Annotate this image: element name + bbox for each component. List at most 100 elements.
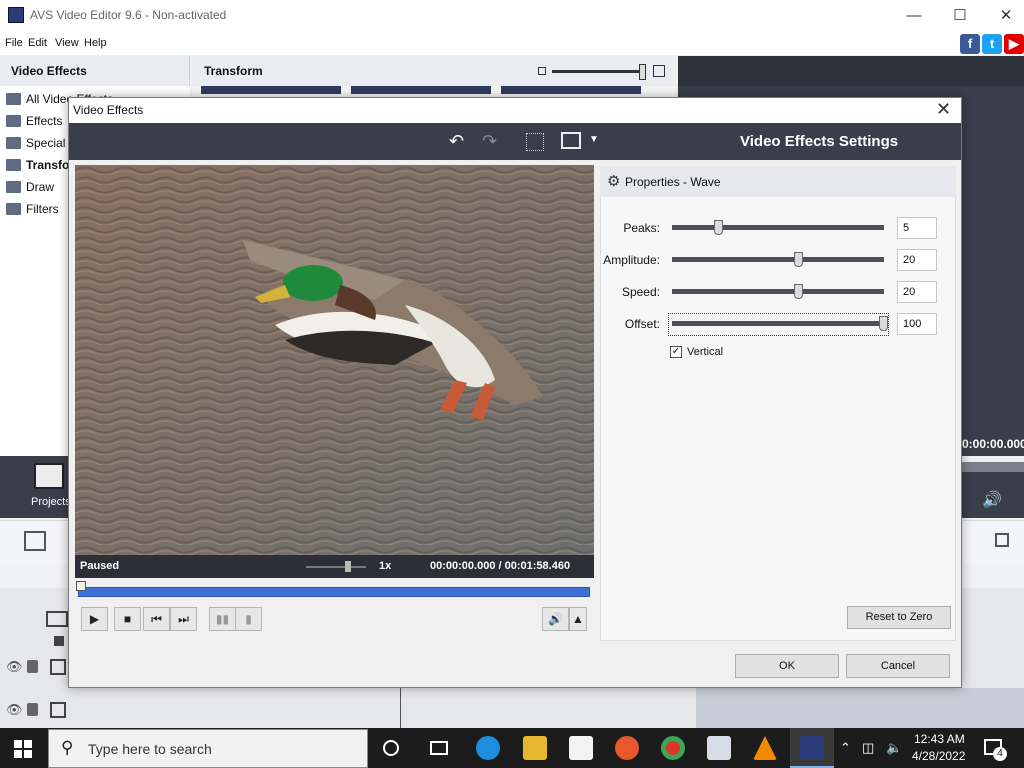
zoom-slider-track[interactable] xyxy=(552,70,642,73)
playback-speed: 1x xyxy=(379,560,392,572)
offset-slider[interactable] xyxy=(672,321,884,326)
effect-thumbnail[interactable] xyxy=(501,86,641,94)
seek-marker[interactable] xyxy=(76,581,86,591)
tree-item-draw[interactable]: Draw xyxy=(6,177,54,197)
main-preview-progress[interactable] xyxy=(960,462,1024,472)
reset-to-zero-button[interactable]: Reset to Zero xyxy=(847,606,951,629)
mark-out-button[interactable]: ▮ xyxy=(235,607,262,631)
chrome-icon[interactable] xyxy=(661,736,685,760)
vertical-label[interactable]: Vertical xyxy=(687,346,723,358)
menu-help[interactable]: Help xyxy=(84,37,107,49)
task-view-icon[interactable] xyxy=(430,741,448,755)
ok-button[interactable]: OK xyxy=(735,654,839,678)
zoom-in-icon[interactable] xyxy=(653,65,665,77)
vertical-checkbox[interactable]: ✓ xyxy=(670,346,682,358)
redo-icon[interactable]: ↷ xyxy=(482,131,497,152)
storyboard-icon[interactable] xyxy=(24,531,46,551)
mark-in-button[interactable]: ▮▮ xyxy=(209,607,236,631)
transform-title: Transform xyxy=(204,64,263,78)
windows-start-icon[interactable] xyxy=(14,740,32,758)
window-title: AVS Video Editor 9.6 - Non-activated xyxy=(30,8,227,22)
facebook-icon[interactable]: f xyxy=(960,34,980,54)
firefox-icon[interactable] xyxy=(615,736,639,760)
zoom-out-icon[interactable] xyxy=(538,67,546,75)
amplitude-slider-thumb[interactable] xyxy=(794,252,803,267)
folder-icon xyxy=(6,159,21,171)
clapperboard-icon[interactable] xyxy=(34,463,64,489)
clock-time[interactable]: 12:43 AM xyxy=(914,732,965,746)
menu-view[interactable]: View xyxy=(55,37,79,49)
maximize-button[interactable]: ☐ xyxy=(950,6,970,26)
preview-mode-icon[interactable] xyxy=(561,132,581,149)
photos-app-icon[interactable] xyxy=(707,736,731,760)
amplitude-value[interactable]: 20 xyxy=(897,249,937,271)
tray-chevron-icon[interactable]: ⌃ xyxy=(840,740,851,756)
speed-value[interactable]: 20 xyxy=(897,281,937,303)
folder-icon xyxy=(6,93,21,105)
youtube-icon[interactable]: ▶ xyxy=(1004,34,1024,54)
time-separator: / xyxy=(498,560,502,572)
tree-item-label: Special xyxy=(26,136,66,150)
fit-timeline-icon[interactable] xyxy=(995,533,1009,547)
file-explorer-icon[interactable] xyxy=(523,736,547,760)
select-area-icon[interactable] xyxy=(526,133,544,151)
folder-icon xyxy=(6,115,21,127)
chevron-down-icon[interactable]: ▼ xyxy=(589,134,599,145)
edge-icon[interactable] xyxy=(476,736,500,760)
amplitude-slider[interactable] xyxy=(672,257,884,262)
next-frame-button[interactable]: ⏭ xyxy=(170,607,197,631)
lock-icon[interactable] xyxy=(27,703,38,716)
play-button[interactable]: ▶ xyxy=(81,607,108,631)
previous-frame-button[interactable]: ⏮ xyxy=(143,607,170,631)
tree-item-effects[interactable]: Effects xyxy=(6,111,62,131)
menu-bar xyxy=(0,31,1024,55)
seek-bar[interactable] xyxy=(78,587,590,597)
dialog-heading: Video Effects Settings xyxy=(740,133,899,150)
cortana-icon[interactable] xyxy=(383,740,399,756)
folder-icon xyxy=(6,203,21,215)
speed-slider-thumb[interactable] xyxy=(794,284,803,299)
projects-label[interactable]: Projects xyxy=(31,496,71,508)
left-panel-header: Video Effects xyxy=(0,56,190,86)
gear-icon: ⚙ xyxy=(607,173,621,190)
current-time: 00:00:00.000 xyxy=(430,560,496,572)
timeline-clip-area[interactable] xyxy=(696,688,1024,728)
zoom-slider-thumb[interactable] xyxy=(639,64,646,80)
volume-button[interactable]: 🔊 xyxy=(542,607,569,631)
peaks-value[interactable]: 5 xyxy=(897,217,937,239)
timeline-playhead[interactable] xyxy=(400,688,401,728)
speed-slider-thumb[interactable] xyxy=(345,561,351,572)
undo-icon[interactable]: ↶ xyxy=(449,131,464,152)
offset-slider-thumb[interactable] xyxy=(879,316,888,331)
speaker-icon[interactable]: 🔈 xyxy=(886,740,902,756)
dialog-close-icon[interactable]: ✕ xyxy=(936,99,951,120)
menu-edit[interactable]: Edit xyxy=(28,37,47,49)
volume-icon[interactable]: 🔊 xyxy=(982,490,1002,510)
search-placeholder[interactable]: Type here to search xyxy=(88,741,212,757)
lock-icon[interactable] xyxy=(27,660,38,673)
eye-icon[interactable]: 👁 xyxy=(6,702,23,718)
volume-menu-button[interactable]: ▲ xyxy=(569,607,587,631)
tree-item-special[interactable]: Special xyxy=(6,133,65,153)
tree-item-filters[interactable]: Filters xyxy=(6,199,59,219)
twitter-icon[interactable]: t xyxy=(982,34,1002,54)
eye-icon[interactable]: 👁 xyxy=(6,659,23,675)
offset-value[interactable]: 100 xyxy=(897,313,937,335)
stop-button[interactable]: ■ xyxy=(114,607,141,631)
speed-slider-track[interactable] xyxy=(306,566,366,568)
menu-file[interactable]: File xyxy=(5,37,23,49)
audio-track-icon xyxy=(54,636,64,646)
store-icon[interactable] xyxy=(569,736,593,760)
cancel-button[interactable]: Cancel xyxy=(846,654,950,678)
effect-thumbnail[interactable] xyxy=(201,86,341,94)
speed-slider[interactable] xyxy=(672,289,884,294)
network-icon[interactable]: ◫ xyxy=(862,740,874,756)
clock-date[interactable]: 4/28/2022 xyxy=(912,749,965,763)
peaks-slider-thumb[interactable] xyxy=(714,220,723,235)
close-window-button[interactable]: ✕ xyxy=(996,6,1016,26)
search-icon: ⚲ xyxy=(61,738,74,757)
peaks-slider[interactable] xyxy=(672,225,884,230)
effect-thumbnail[interactable] xyxy=(351,86,491,94)
minimize-button[interactable]: — xyxy=(904,6,924,26)
tree-item-label: Draw xyxy=(26,180,55,194)
